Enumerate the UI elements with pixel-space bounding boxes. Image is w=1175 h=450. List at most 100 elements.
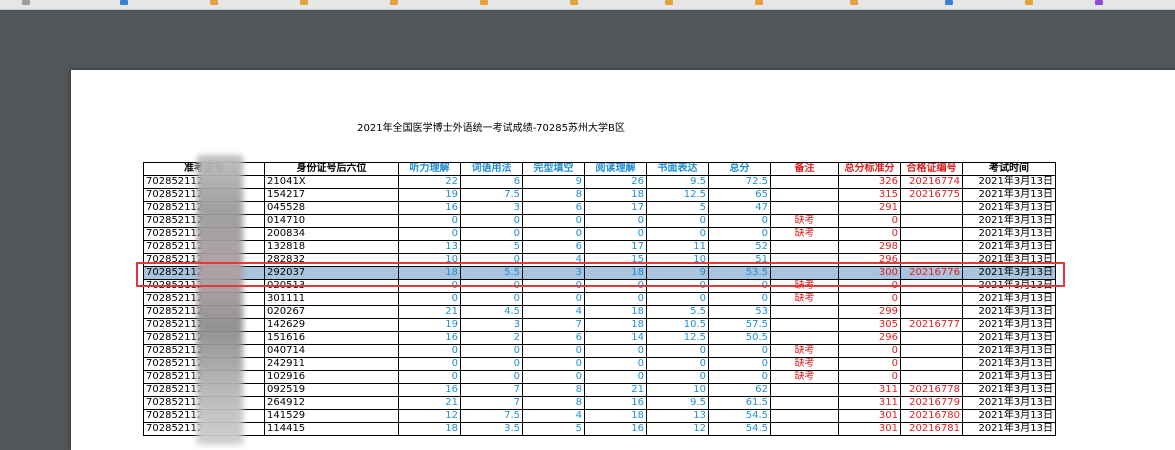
browser-toolbar <box>0 0 1175 10</box>
cell-standard-score: 0 <box>838 357 901 371</box>
toolbar-icon[interactable] <box>120 0 128 5</box>
folder-icon[interactable] <box>570 0 578 5</box>
cell-note: 缺考 <box>770 227 839 241</box>
cell-note: 缺考 <box>770 214 839 228</box>
cell-note: 缺考 <box>770 370 839 384</box>
cell-total: 0 <box>708 214 771 228</box>
folder-icon[interactable] <box>480 0 488 5</box>
folder-icon[interactable] <box>1025 0 1033 5</box>
cell-writing: 9.5 <box>646 396 709 410</box>
cell-cert-number <box>900 240 963 254</box>
cell-note <box>770 305 839 319</box>
cell-writing: 12.5 <box>646 188 709 202</box>
cell-exam-date: 2021年3月13日 <box>962 383 1056 397</box>
cell-vocabulary: 0 <box>460 227 523 241</box>
cell-cloze: 0 <box>522 357 585 371</box>
cell-listening: 16 <box>398 331 461 345</box>
folder-icon[interactable] <box>300 0 308 5</box>
cell-cert-number: 20216778 <box>900 383 963 397</box>
table-row: 702852112 21041X 22 6 9 26 9.5 72.5 326 20216774 2… <box>143 175 1056 189</box>
cell-id-suffix: 092519 <box>264 383 399 397</box>
cell-cloze: 4 <box>522 409 585 423</box>
cell-id-suffix: 132818 <box>264 240 399 254</box>
cell-reading: 0 <box>584 344 647 358</box>
globe-icon[interactable] <box>945 0 953 5</box>
cell-id-suffix: 040714 <box>264 344 399 358</box>
table-row: 702852112 020267 21 4.5 4 18 5.5 53 299 2021年3月13… <box>143 305 1056 319</box>
redaction-blur <box>197 155 243 445</box>
cell-standard-score: 301 <box>838 409 901 423</box>
cell-total: 53 <box>708 305 771 319</box>
table-row: 702852112 040714 0 0 0 0 0 0 缺考 0 2021年3月13日 <box>143 344 1056 358</box>
cell-id-suffix: 045528 <box>264 201 399 215</box>
cell-vocabulary: 7.5 <box>460 409 523 423</box>
cell-vocabulary: 7.5 <box>460 188 523 202</box>
cell-cert-number: 20216781 <box>900 422 963 436</box>
table-row: 702852112 014710 0 0 0 0 0 0 缺考 0 2021年3月13日 <box>143 214 1056 228</box>
folder-icon[interactable] <box>210 0 218 5</box>
col-header: 完型填空 <box>522 162 585 176</box>
cell-exam-date: 2021年3月13日 <box>962 344 1056 358</box>
extension-icon[interactable] <box>1095 0 1103 5</box>
cell-cloze: 5 <box>522 422 585 436</box>
cell-cert-number <box>900 357 963 371</box>
col-header: 听力理解 <box>398 162 461 176</box>
cell-id-suffix: 151616 <box>264 331 399 345</box>
cell-reading: 0 <box>584 370 647 384</box>
cell-listening: 0 <box>398 370 461 384</box>
table-row: 702852112 102916 0 0 0 0 0 0 缺考 0 2021年3月13日 <box>143 370 1056 384</box>
cell-id-suffix: 242911 <box>264 357 399 371</box>
cell-standard-score: 315 <box>838 188 901 202</box>
cell-cert-number: 20216779 <box>900 396 963 410</box>
folder-icon[interactable] <box>755 0 763 5</box>
cell-note: 缺考 <box>770 344 839 358</box>
cell-exam-date: 2021年3月13日 <box>962 370 1056 384</box>
folder-icon[interactable] <box>390 0 398 5</box>
cell-note <box>770 422 839 436</box>
cell-id-suffix: 114415 <box>264 422 399 436</box>
cell-reading: 0 <box>584 357 647 371</box>
cell-listening: 12 <box>398 409 461 423</box>
cell-cloze: 0 <box>522 370 585 384</box>
table-row: 702852112 132818 13 5 6 17 11 52 298 2021年3月13日 <box>143 240 1056 254</box>
cell-cloze: 0 <box>522 344 585 358</box>
cell-cloze: 7 <box>522 318 585 332</box>
toolbar-icon[interactable] <box>22 0 30 5</box>
cell-writing: 5.5 <box>646 305 709 319</box>
cell-note: 缺考 <box>770 357 839 371</box>
folder-icon[interactable] <box>850 0 858 5</box>
cell-writing: 0 <box>646 292 709 306</box>
cell-exam-date: 2021年3月13日 <box>962 188 1056 202</box>
cell-note <box>770 383 839 397</box>
cell-listening: 13 <box>398 240 461 254</box>
cell-note <box>770 318 839 332</box>
table-row: 702852112 264912 21 7 8 16 9.5 61.5 311 20216779 2… <box>143 396 1056 410</box>
table-row: 702852112 301111 0 0 0 0 0 0 缺考 0 2021年3月13日 <box>143 292 1056 306</box>
cell-writing: 12 <box>646 422 709 436</box>
cell-id-suffix: 014710 <box>264 214 399 228</box>
cell-reading: 16 <box>584 396 647 410</box>
cell-id-suffix: 102916 <box>264 370 399 384</box>
cell-reading: 17 <box>584 240 647 254</box>
cell-cert-number <box>900 305 963 319</box>
cell-listening: 22 <box>398 175 461 189</box>
cell-total: 52 <box>708 240 771 254</box>
cell-standard-score: 298 <box>838 240 901 254</box>
folder-icon[interactable] <box>665 0 673 5</box>
cell-cert-number: 20216780 <box>900 409 963 423</box>
cell-exam-date: 2021年3月13日 <box>962 396 1056 410</box>
cell-vocabulary: 0 <box>460 344 523 358</box>
cell-note <box>770 409 839 423</box>
table-row: 702852112 200834 0 0 0 0 0 0 缺考 0 2021年3月13日 <box>143 227 1056 241</box>
cell-exam-date: 2021年3月13日 <box>962 305 1056 319</box>
cell-reading: 16 <box>584 422 647 436</box>
cell-standard-score: 311 <box>838 396 901 410</box>
cell-vocabulary: 2 <box>460 331 523 345</box>
cell-reading: 18 <box>584 305 647 319</box>
cell-standard-score: 299 <box>838 305 901 319</box>
page-title: 2021年全国医学博士外语统一考试成绩-70285苏州大学B区 <box>357 123 625 134</box>
cell-cloze: 8 <box>522 188 585 202</box>
cell-id-suffix: 154217 <box>264 188 399 202</box>
highlight-box <box>136 262 1065 287</box>
cell-cloze: 8 <box>522 396 585 410</box>
